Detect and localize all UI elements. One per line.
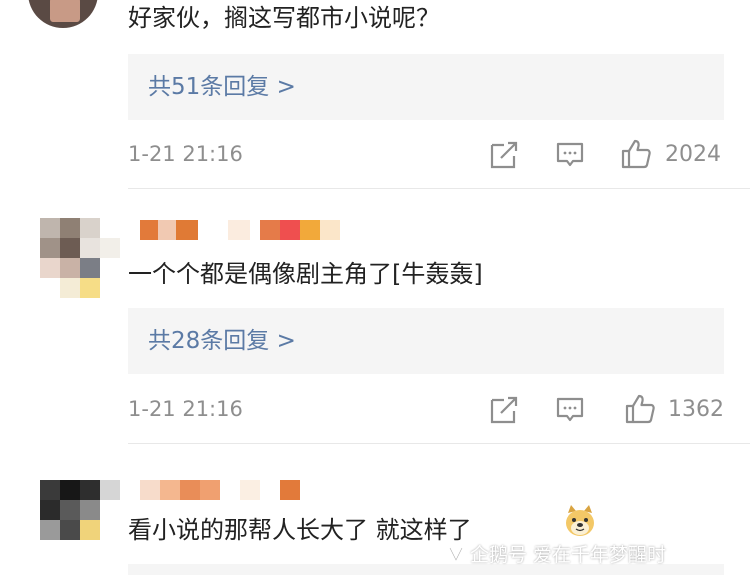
penguin-logo-icon [446,544,466,564]
comment-time: 1-21 21:16 [128,142,243,166]
comment-text: 看小说的那帮人长大了 就这样了 [128,516,472,544]
watermark-text: 企鹅号 爱在千年梦醒时 [470,544,667,566]
like-count: 1362 [668,397,724,422]
comment-text: 一个个都是偶像剧主角了[牛轰轰] [128,260,483,288]
thumbs-up-icon[interactable] [624,393,656,425]
view-replies-label: 共51条回复 > [148,74,296,100]
like-count: 2024 [665,142,721,167]
avatar[interactable] [40,480,120,540]
doge-emoji-icon [562,503,598,539]
thumbs-up-icon[interactable] [620,138,652,170]
divider [128,188,750,189]
comment-icon[interactable] [555,395,585,425]
view-replies-label: 共28条回复 > [148,328,296,354]
comment-text: 好家伙，搁这写都市小说呢？ [128,4,440,32]
view-replies-button[interactable]: 共28条回复 > [128,308,724,374]
username[interactable] [140,220,360,242]
avatar[interactable] [28,0,98,28]
divider [128,443,750,444]
avatar[interactable] [40,218,120,302]
watermark: 企鹅号 爱在千年梦醒时 [446,540,666,567]
share-icon[interactable] [489,140,519,170]
username[interactable] [140,480,310,502]
view-replies-button[interactable]: 共51条回复 > [128,54,724,120]
comment-icon[interactable] [555,140,585,170]
comment-time: 1-21 21:16 [128,397,243,421]
share-icon[interactable] [489,395,519,425]
